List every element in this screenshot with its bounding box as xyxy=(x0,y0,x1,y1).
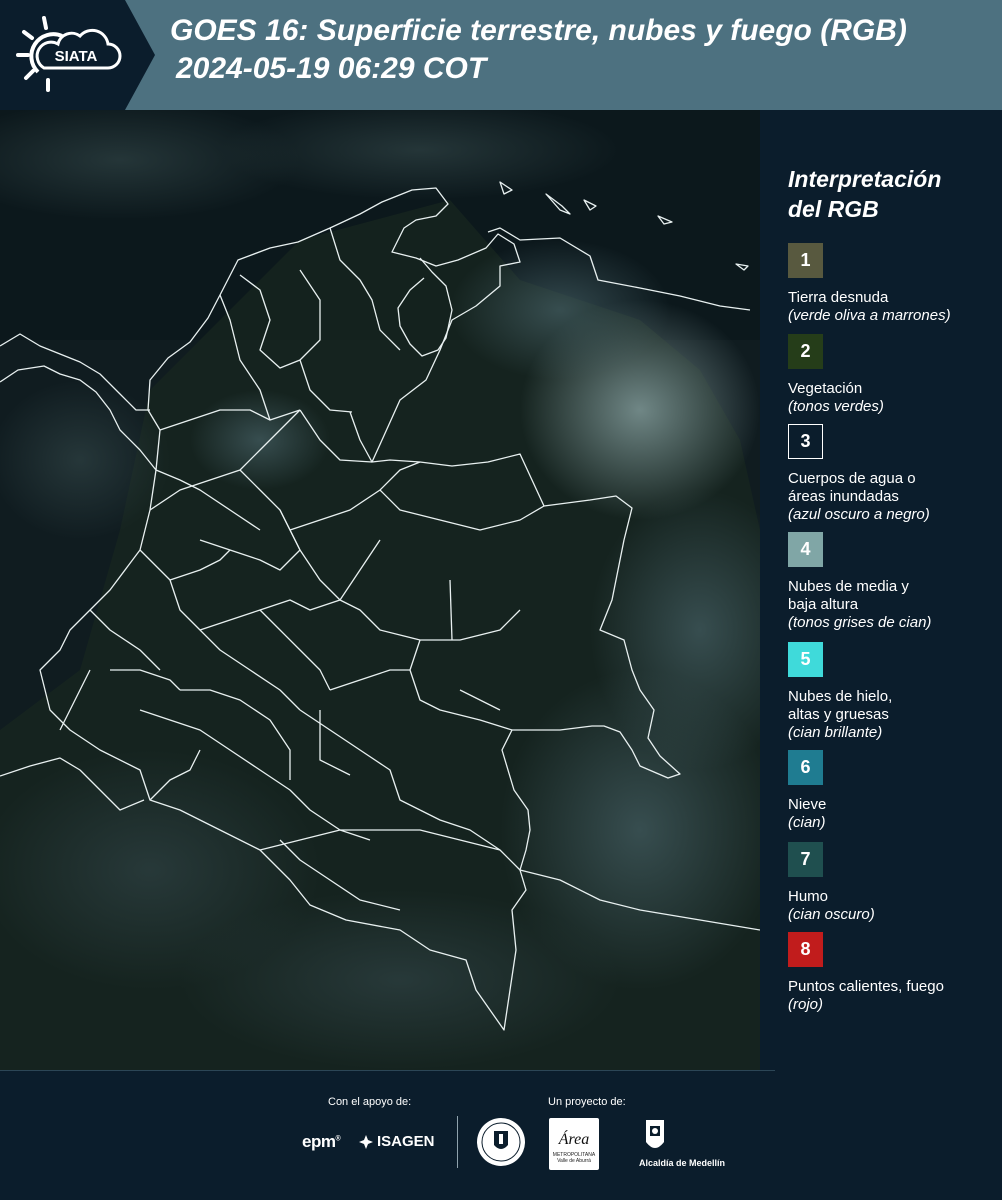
logo-text: SIATA xyxy=(55,48,98,65)
legend-swatch: 5 xyxy=(788,642,823,677)
legend-swatch: 8 xyxy=(788,932,823,967)
isagen-logo: ISAGEN xyxy=(358,1133,435,1150)
legend-item-fire: 8 Puntos calientes, fuego (rojo) xyxy=(788,932,998,1014)
title-product: GOES 16: Superficie terrestre, nubes y f… xyxy=(170,14,907,47)
legend-item-name: Humo xyxy=(788,888,829,905)
legend-item-name: Vegetación xyxy=(788,380,863,397)
legend-item-low-clouds: 4 Nubes de media y baja altura (tonos gr… xyxy=(788,532,998,632)
page-title: GOES 16: Superficie terrestre, nubes y f… xyxy=(170,12,907,88)
legend-item-bare-soil: 1 Tierra desnuda (verde oliva a marrones… xyxy=(788,243,998,325)
legend-item-vegetation: 2 Vegetación (tonos verdes) xyxy=(788,334,998,416)
legend-item-snow: 6 Nieve (cian) xyxy=(788,750,998,832)
legend-item-desc: (verde oliva a marrones) xyxy=(788,307,951,324)
legend-item-name: Nieve xyxy=(788,796,827,813)
legend-item-name: Cuerpos de agua o áreas inundadas xyxy=(788,470,916,505)
header-bar: SIATA GOES 16: Superficie terrestre, nub… xyxy=(0,0,1002,110)
legend-item-desc: (tonos grises de cian) xyxy=(788,614,932,631)
satellite-map xyxy=(0,110,760,1070)
logo-divider xyxy=(457,1116,458,1168)
legend-item-ice-clouds: 5 Nubes de hielo, altas y gruesas (cian … xyxy=(788,642,998,742)
project-label: Un proyecto de: xyxy=(548,1096,626,1108)
legend-swatch: 3 xyxy=(788,424,823,459)
footer: Con el apoyo de: Un proyecto de: epm® IS… xyxy=(0,1070,1002,1200)
legend-title-line1: Interpretación xyxy=(788,166,942,192)
siata-logo: SIATA xyxy=(0,0,155,110)
legend-item-name: Tierra desnuda xyxy=(788,289,889,306)
legend-swatch: 6 xyxy=(788,750,823,785)
legend-item-desc: (cian brillante) xyxy=(788,724,883,741)
legend-item-name: Puntos calientes, fuego xyxy=(788,978,944,995)
title-timestamp: 2024-05-19 06:29 COT xyxy=(176,52,487,85)
legend-item-water-bodies: 3 Cuerpos de agua o áreas inundadas (azu… xyxy=(788,424,998,524)
legend-item-name: Nubes de media y baja altura xyxy=(788,578,909,613)
legend-item-name: Nubes de hielo, altas y gruesas xyxy=(788,688,893,723)
legend-title-line2: del RGB xyxy=(788,196,879,222)
legend-panel: Interpretación del RGB 1 Tierra desnuda … xyxy=(760,110,1002,1070)
legend-swatch: 4 xyxy=(788,532,823,567)
legend-swatch: 2 xyxy=(788,334,823,369)
legend-item-desc: (tonos verdes) xyxy=(788,398,884,415)
legend-item-smoke: 7 Humo (cian oscuro) xyxy=(788,842,998,924)
footer-divider xyxy=(0,1070,775,1071)
svg-text:Área: Área xyxy=(558,1129,590,1148)
university-seal-icon xyxy=(477,1118,525,1166)
legend-swatch: 1 xyxy=(788,243,823,278)
area-metropolitana-logo: Área METROPOLITANA Valle de Aburrá xyxy=(549,1118,599,1170)
epm-logo: epm® xyxy=(302,1132,341,1151)
legend-swatch: 7 xyxy=(788,842,823,877)
legend-item-desc: (cian oscuro) xyxy=(788,906,875,923)
medellin-label: Alcaldía de Medellín xyxy=(639,1158,726,1168)
legend-item-desc: (azul oscuro a negro) xyxy=(788,506,930,523)
support-label: Con el apoyo de: xyxy=(328,1096,412,1108)
legend-title: Interpretación del RGB xyxy=(788,164,988,224)
legend-item-desc: (cian) xyxy=(788,814,826,831)
legend-item-desc: (rojo) xyxy=(788,996,824,1013)
isagen-icon xyxy=(359,1134,373,1149)
